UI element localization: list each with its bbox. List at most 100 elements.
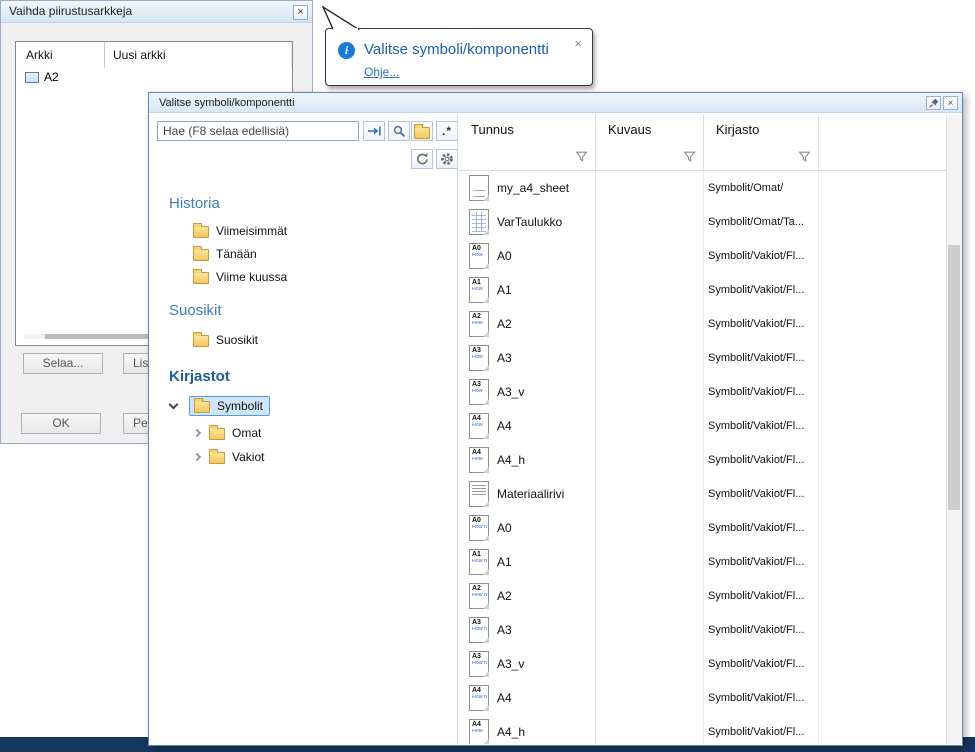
- table-row[interactable]: A2 Flow A2 Symbolit/Vakiot/Fl...: [459, 307, 946, 341]
- table-row[interactable]: A0 Flow no A0 Symbolit/Vakiot/Fl...: [459, 511, 946, 545]
- table-row[interactable]: A4 Flow A4 Symbolit/Vakiot/Fl...: [459, 409, 946, 443]
- column-header-kirjasto[interactable]: Kirjasto: [704, 115, 819, 170]
- row-tunnus: A2: [497, 317, 512, 331]
- tree-item-vakiot[interactable]: Vakiot: [194, 447, 264, 467]
- help-link[interactable]: Ohje...: [364, 65, 399, 79]
- vscrollbar-thumb[interactable]: [948, 245, 960, 510]
- dialog-close-button[interactable]: ×: [943, 96, 958, 110]
- tree-item-symbolit-selected[interactable]: Symbolit: [189, 396, 270, 416]
- browse-folder-button[interactable]: [411, 121, 433, 141]
- dialog-title: Valitse symboli/komponentti: [159, 97, 295, 109]
- ok-button[interactable]: OK: [21, 413, 101, 434]
- bg-dialog-titlebar[interactable]: Vaihda piirustusarkkeja: [1, 1, 312, 23]
- cell-tunnus: A0 Flow no A0: [459, 511, 596, 545]
- table-row[interactable]: A1 Flow no A1 Symbolit/Vakiot/Fl...: [459, 545, 946, 579]
- table-row[interactable]: A1 Flow A1 Symbolit/Vakiot/Fl...: [459, 273, 946, 307]
- row-tunnus: A3: [497, 623, 512, 637]
- table-row[interactable]: A3 Flow no A3_v Symbolit/Vakiot/Fl...: [459, 647, 946, 681]
- table-row[interactable]: A0 Flow A0 Symbolit/Vakiot/Fl...: [459, 239, 946, 273]
- filter-funnel-icon[interactable]: [683, 150, 696, 166]
- settings-button[interactable]: [436, 149, 458, 169]
- table-row[interactable]: A3 Flow A3_v Symbolit/Vakiot/Fl...: [459, 375, 946, 409]
- cell-kuvaus: [596, 409, 704, 443]
- cell-tunnus: A4 Flow A4_h: [459, 715, 596, 744]
- row-kirjasto: Symbolit/Vakiot/Fl...: [708, 590, 804, 602]
- balloon-title: Valitse symboli/komponentti: [364, 41, 549, 58]
- column-header-tunnus[interactable]: Tunnus: [459, 115, 596, 170]
- grid-vscrollbar[interactable]: [946, 115, 961, 744]
- column-header-uusi-arkki[interactable]: Uusi arkki: [105, 42, 292, 68]
- sheet-icon-label: A3: [472, 381, 481, 388]
- sheet-icon-sub: Flow: [472, 457, 483, 462]
- row-tunnus: A3: [497, 351, 512, 365]
- regex-button[interactable]: .*: [436, 121, 458, 141]
- row-tunnus: A1: [497, 283, 512, 297]
- gear-icon: [440, 152, 454, 166]
- history-heading: Historia: [169, 195, 220, 212]
- cell-kirjasto: Symbolit/Vakiot/Fl...: [704, 477, 819, 511]
- row-kirjasto: Symbolit/Vakiot/Fl...: [708, 420, 804, 432]
- filter-funnel-icon[interactable]: [575, 150, 588, 166]
- dialog-titlebar[interactable]: Valitse symboli/komponentti: [149, 93, 962, 113]
- row-kirjasto: Symbolit/Vakiot/Fl...: [708, 386, 804, 398]
- search-input[interactable]: [157, 121, 359, 141]
- table-row[interactable]: VarTaulukko Symbolit/Omat/Ta...: [459, 205, 946, 239]
- refresh-button[interactable]: [411, 149, 433, 169]
- sheet-icon-label: A2: [472, 585, 481, 592]
- sheet-icon-sub: Flow: [472, 423, 483, 428]
- sheet-thumb-icon: [25, 72, 39, 83]
- row-kirjasto: Symbolit/Vakiot/Fl...: [708, 658, 804, 670]
- cell-tunnus: A0 Flow A0: [459, 239, 596, 273]
- tree-item-suosikit[interactable]: Suosikit: [193, 330, 258, 350]
- table-row[interactable]: A3 Flow no A3 Symbolit/Vakiot/Fl...: [459, 613, 946, 647]
- tree-item-omat[interactable]: Omat: [194, 423, 261, 443]
- sheet-icon-label: A0: [472, 517, 481, 524]
- cell-tunnus: A4 Flow A4_h: [459, 443, 596, 477]
- row-kirjasto: Symbolit/Vakiot/Fl...: [708, 352, 804, 364]
- table-row[interactable]: A2 Flow no A2 Symbolit/Vakiot/Fl...: [459, 579, 946, 613]
- sheet-icon: A4 Flow: [469, 413, 489, 439]
- sheet-icon: A3 Flow: [469, 379, 489, 405]
- table-row[interactable]: A4 Flow A4_h Symbolit/Vakiot/Fl...: [459, 715, 946, 744]
- search-go-button[interactable]: [363, 121, 385, 141]
- column-header-arkki[interactable]: Arkki: [16, 42, 105, 68]
- tree-item-tanaan[interactable]: Tänään: [193, 244, 257, 264]
- balloon-close-button[interactable]: ×: [574, 36, 582, 51]
- sheet-icon-sub: Flow no: [472, 661, 487, 666]
- cell-spacer: [819, 647, 946, 681]
- search-button[interactable]: [388, 121, 410, 141]
- cell-tunnus: A3 Flow A3_v: [459, 375, 596, 409]
- pin-icon: [929, 98, 939, 108]
- row-tunnus: A0: [497, 249, 512, 263]
- cell-spacer: [819, 477, 946, 511]
- cell-kirjasto: Symbolit/Vakiot/Fl...: [704, 375, 819, 409]
- sheet-row-a2[interactable]: A2: [16, 68, 292, 86]
- table-row[interactable]: Materiaalirivi Symbolit/Vakiot/Fl...: [459, 477, 946, 511]
- table-row[interactable]: my_a4_sheet Symbolit/Omat/: [459, 171, 946, 205]
- filter-funnel-icon[interactable]: [798, 150, 811, 166]
- pin-button[interactable]: [926, 96, 941, 110]
- row-kirjasto: Symbolit/Vakiot/Fl...: [708, 522, 804, 534]
- row-tunnus: A1: [497, 555, 512, 569]
- table-row[interactable]: A4 Flow A4_h Symbolit/Vakiot/Fl...: [459, 443, 946, 477]
- tree-item-viimeisimmat[interactable]: Viimeisimmät: [193, 221, 287, 241]
- browse-button[interactable]: Selaa...: [23, 353, 103, 374]
- cell-kirjasto: Symbolit/Vakiot/Fl...: [704, 681, 819, 715]
- column-label: Tunnus: [471, 122, 514, 137]
- expand-caret-icon[interactable]: [169, 400, 179, 410]
- column-header-kuvaus[interactable]: Kuvaus: [596, 115, 704, 170]
- tree-item-viime-kuussa[interactable]: Viime kuussa: [193, 267, 287, 287]
- sheet-icon-sub: Flow: [472, 355, 483, 360]
- table-row[interactable]: A3 Flow A3 Symbolit/Vakiot/Fl...: [459, 341, 946, 375]
- tree-item-label: Suosikit: [216, 333, 258, 347]
- search-icon: [393, 125, 406, 138]
- bg-dialog-close-button[interactable]: ×: [293, 5, 308, 20]
- chevron-right-icon: [193, 429, 201, 437]
- cell-tunnus: VarTaulukko: [459, 205, 596, 239]
- row-kirjasto: Symbolit/Omat/Ta...: [708, 216, 804, 228]
- row-tunnus: A3_v: [497, 385, 524, 399]
- table-row[interactable]: A4 Flow no A4 Symbolit/Vakiot/Fl...: [459, 681, 946, 715]
- cell-kirjasto: Symbolit/Vakiot/Fl...: [704, 715, 819, 744]
- sheet-icon: [469, 209, 489, 235]
- hscrollbar-thumb[interactable]: [45, 334, 165, 339]
